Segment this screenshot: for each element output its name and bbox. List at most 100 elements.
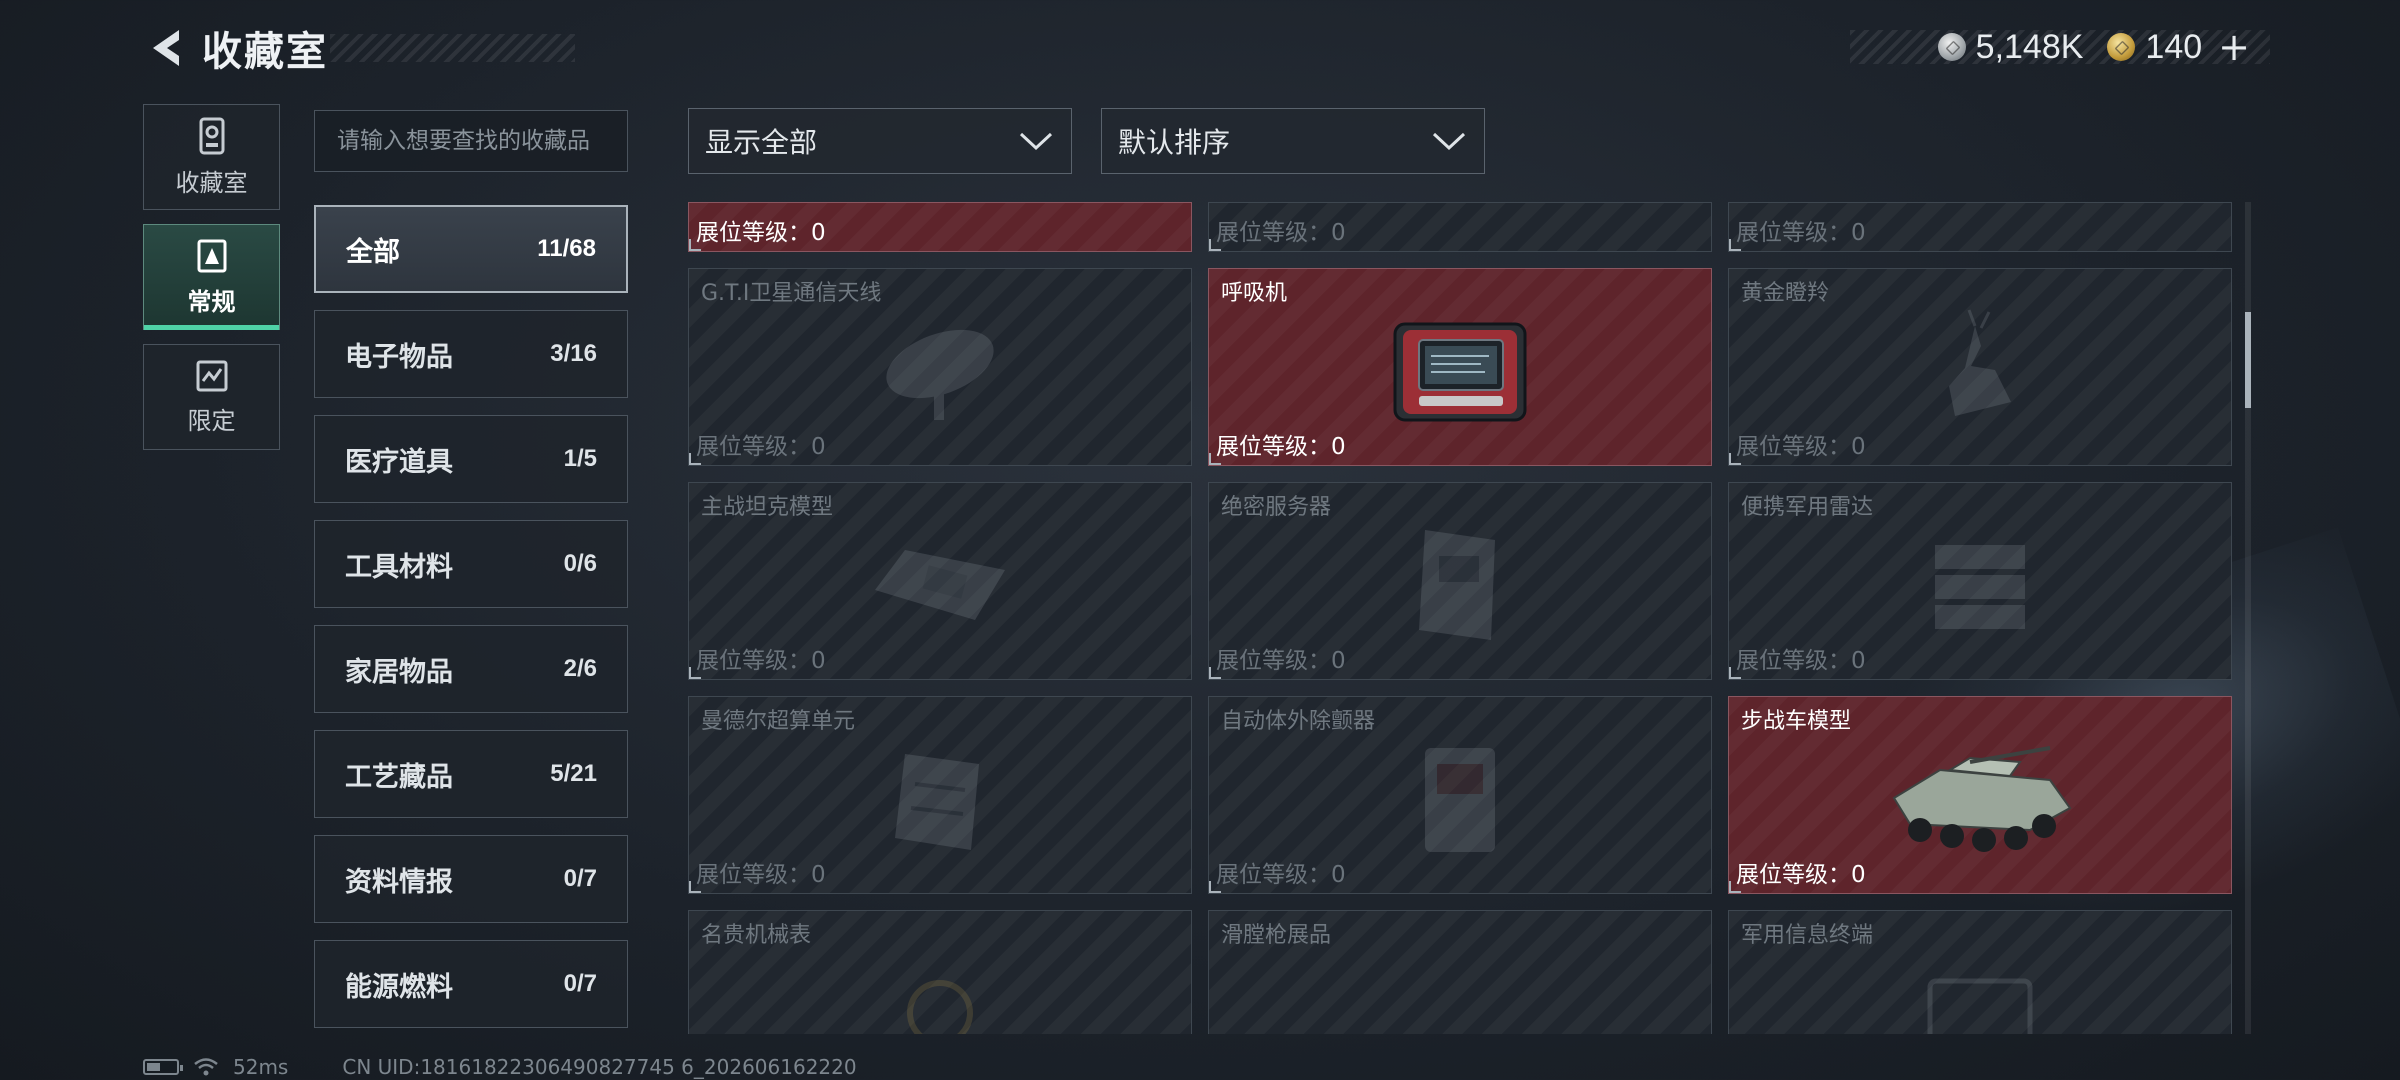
category-intel[interactable]: 资料情报 0/7 xyxy=(314,835,628,923)
collection-card[interactable]: 黄金瞪羚 展位等级：0 xyxy=(1728,268,2232,466)
category-count: 0/7 xyxy=(563,970,597,997)
supercomputer-unit-icon xyxy=(895,753,979,850)
category-label: 医疗道具 xyxy=(345,446,453,478)
collection-card[interactable]: 呼吸机 展位等级：0 xyxy=(1208,268,1712,466)
card-level: 展位等级：0 xyxy=(1216,434,1346,460)
card-level: 展位等级：0 xyxy=(1216,220,1346,246)
collection-search-input[interactable] xyxy=(314,110,628,172)
card-level: 展位等级：0 xyxy=(1216,862,1346,888)
card-name: 名贵机械表 xyxy=(701,923,812,948)
defibrillator-icon xyxy=(1425,747,1495,852)
category-count: 2/6 xyxy=(563,655,597,682)
card-level: 展位等级：0 xyxy=(1736,220,1866,246)
category-count: 3/16 xyxy=(550,340,597,367)
title-hatch-decoration xyxy=(330,34,575,62)
mode-regular[interactable]: 常规 xyxy=(143,224,280,330)
category-tools[interactable]: 工具材料 0/6 xyxy=(314,520,628,608)
card-name: 黄金瞪羚 xyxy=(1741,281,1830,306)
satellite-dish-icon xyxy=(886,329,994,420)
card-corner xyxy=(1209,453,1221,465)
gold-currency-value: 140 xyxy=(2145,27,2203,66)
collection-room-icon xyxy=(199,117,224,154)
collection-card[interactable]: 展位等级：0 xyxy=(1208,202,1712,252)
card-name: 呼吸机 xyxy=(1221,281,1288,306)
category-list: 全部 11/68 电子物品 3/16 医疗道具 1/5 工具材料 0/6 家居物… xyxy=(314,205,628,1045)
back-button[interactable] xyxy=(140,22,190,74)
collection-card[interactable]: 军用信息终端 xyxy=(1728,910,2232,1034)
header: 收藏室 xyxy=(140,22,328,75)
collection-card[interactable]: 曼德尔超算单元 展位等级：0 xyxy=(688,696,1192,894)
card-level: 展位等级：0 xyxy=(696,220,826,246)
card-corner xyxy=(1729,453,1741,465)
category-electronics[interactable]: 电子物品 3/16 xyxy=(314,310,628,398)
uid-text: CN UID:18161822306490827745 6_2026061622… xyxy=(342,1055,857,1079)
mode-nav: 收藏室 常规 限定 xyxy=(143,104,280,464)
mode-label: 收藏室 xyxy=(175,168,248,197)
category-medical[interactable]: 医疗道具 1/5 xyxy=(314,415,628,503)
card-corner xyxy=(1729,881,1741,893)
chevron-down-icon xyxy=(1019,132,1053,151)
silver-coin-icon xyxy=(1937,33,1966,61)
status-bar: 52ms CN UID:18161822306490827745 6_20260… xyxy=(143,1055,857,1079)
collection-card[interactable]: 步战车模型 展位等级：0 xyxy=(1728,696,2232,894)
add-currency-plus-icon[interactable]: + xyxy=(2218,28,2250,66)
category-crafts[interactable]: 工艺藏品 5/21 xyxy=(314,730,628,818)
card-level: 展位等级：0 xyxy=(1736,434,1866,460)
collection-card[interactable]: 便携军用雷达 展位等级：0 xyxy=(1728,482,2232,680)
grid-scrollbar[interactable] xyxy=(2245,202,2251,1034)
category-label: 电子物品 xyxy=(345,341,453,373)
card-name: 滑膛枪展品 xyxy=(1221,923,1332,948)
card-corner xyxy=(689,453,701,465)
collection-card[interactable]: 绝密服务器 展位等级：0 xyxy=(1208,482,1712,680)
card-name: 主战坦克模型 xyxy=(701,495,834,520)
sort-dropdown[interactable]: 默认排序 xyxy=(1101,108,1485,174)
collection-grid: 展位等级：0 展位等级：0 展位等级：0 G.T.I卫星通信天线 展位等级：0 … xyxy=(688,202,2232,1034)
collection-card[interactable]: 名贵机械表 xyxy=(688,910,1192,1034)
card-level: 展位等级：0 xyxy=(1216,648,1346,674)
ifv-model-icon xyxy=(1892,745,2072,852)
scroll-thumb[interactable] xyxy=(2245,312,2251,408)
card-level: 展位等级：0 xyxy=(696,434,826,460)
battery-icon xyxy=(143,1059,183,1075)
category-label: 工具材料 xyxy=(345,551,453,583)
category-label: 能源燃料 xyxy=(345,971,453,1003)
card-level: 展位等级：0 xyxy=(1736,648,1866,674)
page-title: 收藏室 xyxy=(202,29,328,75)
category-household[interactable]: 家居物品 2/6 xyxy=(314,625,628,713)
gold-coin-icon xyxy=(2107,33,2136,61)
mode-limited[interactable]: 限定 xyxy=(143,344,280,450)
show-filter-dropdown[interactable]: 显示全部 xyxy=(688,108,1072,174)
card-level: 展位等级：0 xyxy=(696,648,826,674)
category-energy[interactable]: 能源燃料 0/7 xyxy=(314,940,628,1028)
card-name: 自动体外除颤器 xyxy=(1221,709,1376,734)
mode-label: 常规 xyxy=(187,287,236,316)
show-filter-label: 显示全部 xyxy=(705,126,818,159)
card-corner xyxy=(1209,881,1221,893)
card-corner xyxy=(689,881,701,893)
card-name: 军用信息终端 xyxy=(1741,923,1874,948)
card-name: 便携军用雷达 xyxy=(1741,495,1874,520)
category-label: 全部 xyxy=(346,236,400,268)
collection-card[interactable]: 主战坦克模型 展位等级：0 xyxy=(688,482,1192,680)
collection-card[interactable]: G.T.I卫星通信天线 展位等级：0 xyxy=(688,268,1192,466)
category-count: 11/68 xyxy=(537,235,596,262)
category-all[interactable]: 全部 11/68 xyxy=(314,205,628,293)
terminal-icon xyxy=(1927,978,2033,1034)
collection-card[interactable]: 自动体外除颤器 展位等级：0 xyxy=(1208,696,1712,894)
ventilator-icon xyxy=(1393,322,1527,422)
currency-bar: 5,148K 140 + xyxy=(1850,27,2270,66)
card-level: 展位等级：0 xyxy=(1736,862,1866,888)
ping-value: 52ms xyxy=(233,1055,289,1079)
mode-collection-room[interactable]: 收藏室 xyxy=(143,104,280,210)
collection-card[interactable]: 展位等级：0 xyxy=(1728,202,2232,252)
card-level: 展位等级：0 xyxy=(696,862,826,888)
back-arrow-icon xyxy=(153,30,179,66)
card-name: 曼德尔超算单元 xyxy=(701,709,856,734)
collection-card[interactable]: 滑膛枪展品 xyxy=(1208,910,1712,1034)
card-corner xyxy=(689,239,701,251)
card-corner xyxy=(1729,667,1741,679)
category-label: 工艺藏品 xyxy=(345,761,453,793)
chevron-down-icon xyxy=(1432,132,1466,151)
collection-card[interactable]: 展位等级：0 xyxy=(688,202,1192,252)
category-label: 资料情报 xyxy=(345,866,453,898)
